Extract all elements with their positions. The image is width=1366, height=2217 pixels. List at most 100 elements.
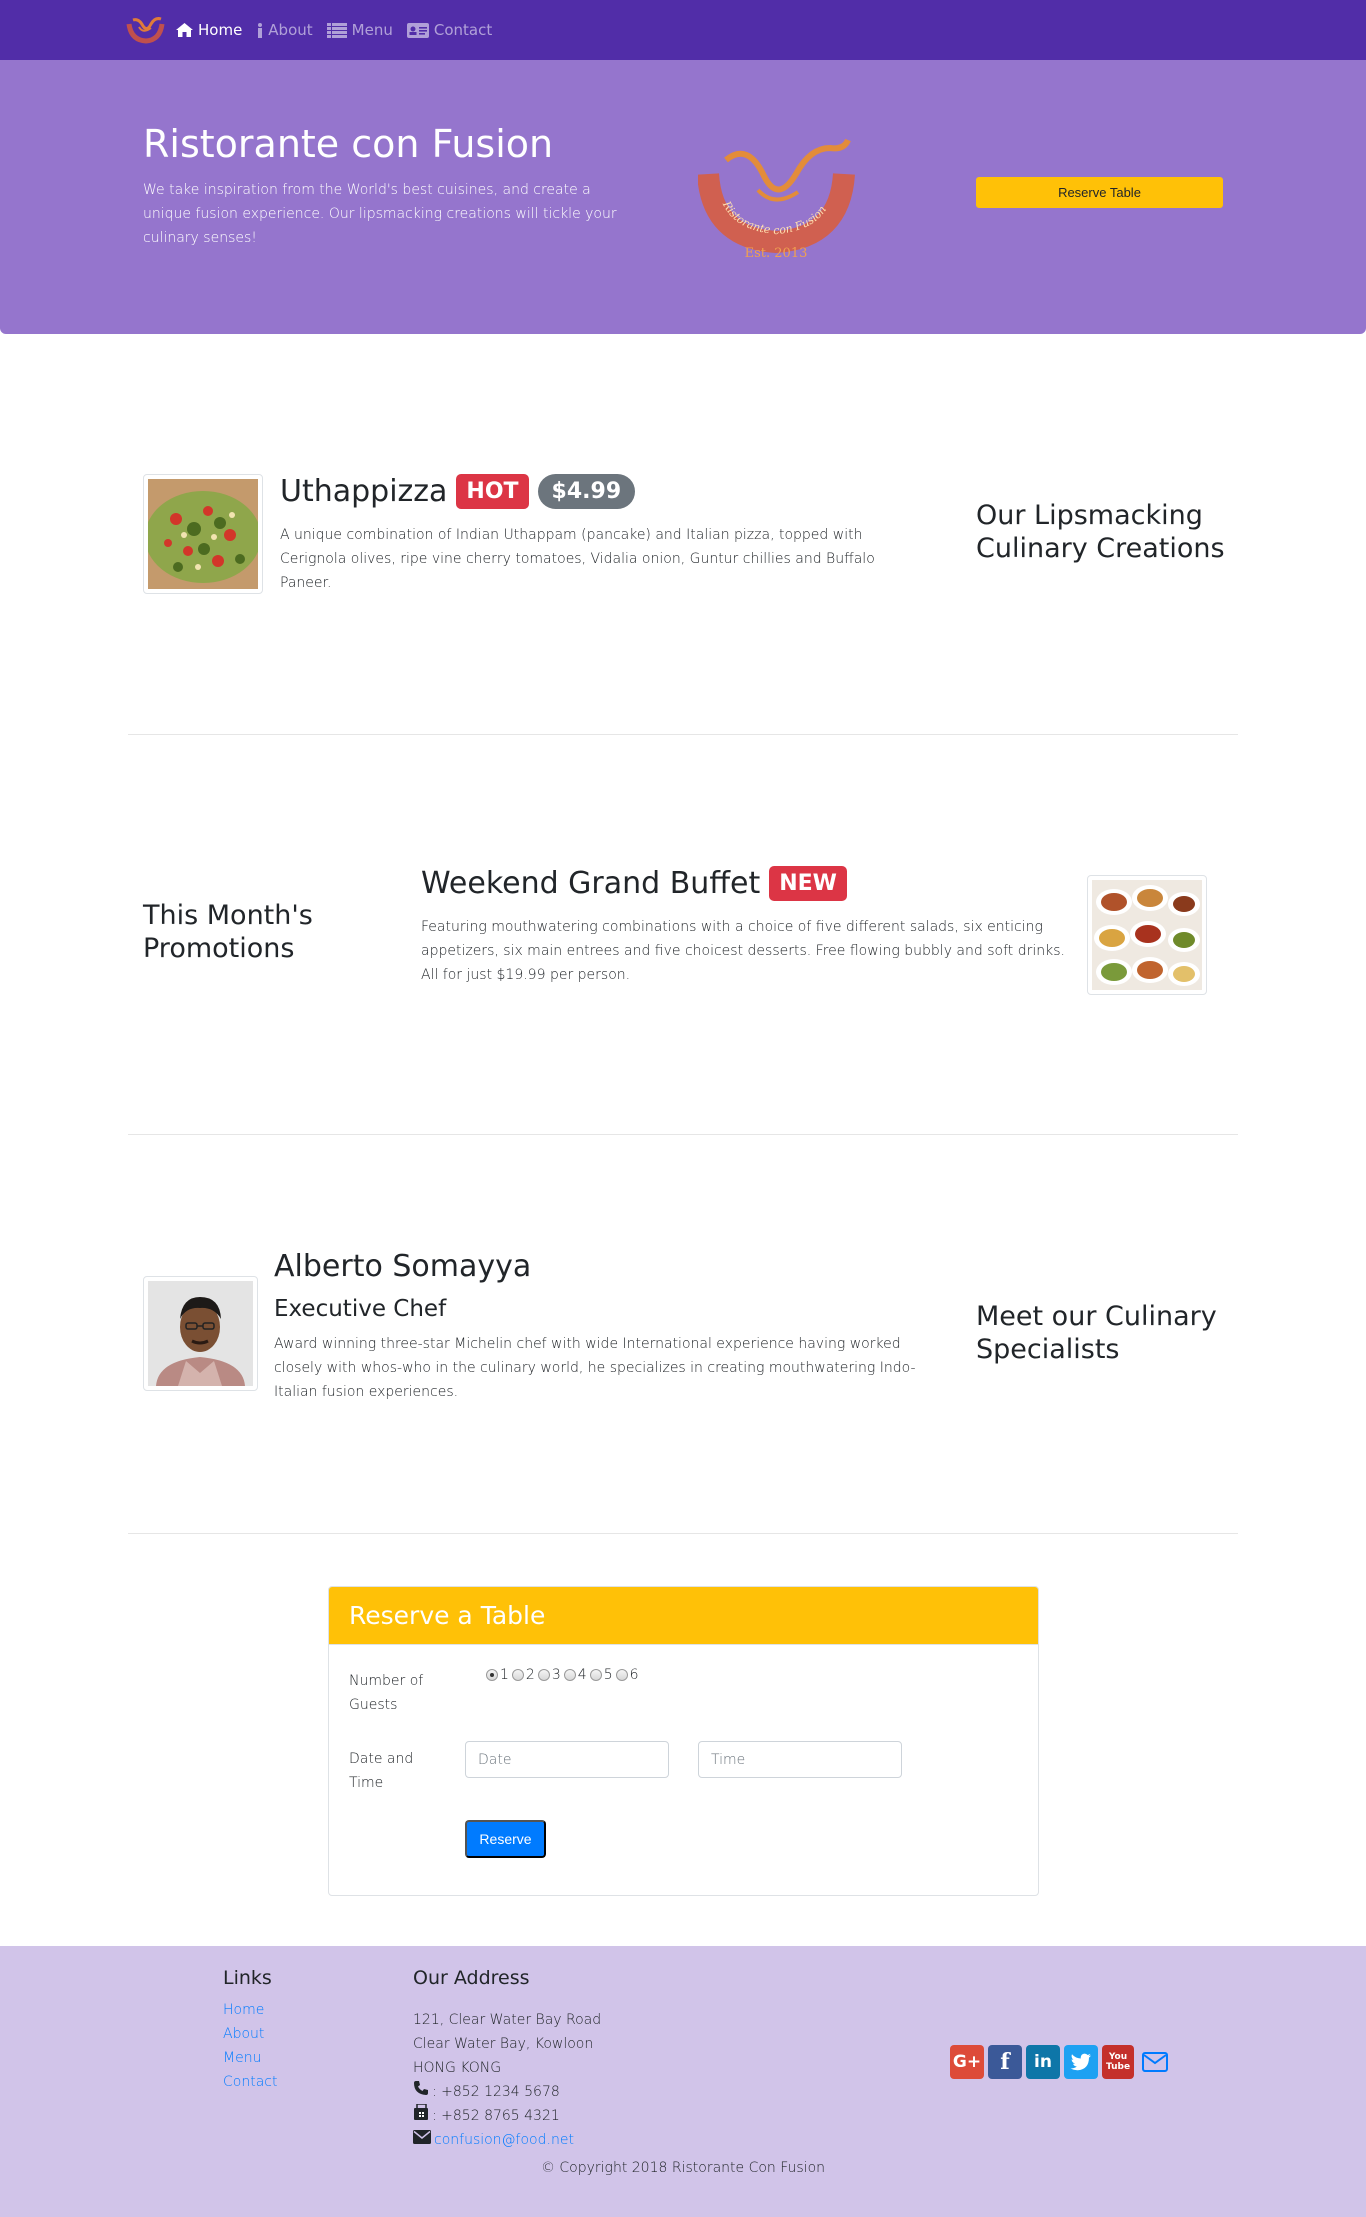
- guest-option-6[interactable]: 6: [615, 1667, 639, 1683]
- guest-option-5[interactable]: 5: [589, 1667, 613, 1683]
- address-card-icon: [406, 22, 429, 38]
- nav-item-contact[interactable]: Contact: [406, 21, 493, 39]
- reserve-card-header: Reserve a Table: [329, 1587, 1038, 1645]
- radio-label: 5: [603, 1667, 613, 1683]
- promotion-section-heading: This Month's Promotions: [143, 900, 313, 964]
- copyright-text: © Copyright 2018 Ristorante Con Fusion: [540, 2160, 826, 2176]
- fax-line: : +852 8765 4321: [413, 2103, 601, 2128]
- envelope-icon[interactable]: [1138, 2045, 1172, 2079]
- radio-button[interactable]: [537, 1669, 550, 1681]
- guest-option-3[interactable]: 3: [537, 1667, 561, 1683]
- leader-description: Award winning three-star Michelin chef w…: [274, 1336, 916, 1400]
- footer: [0, 1946, 1366, 2217]
- reserve-submit-button[interactable]: Reserve: [465, 1820, 546, 1858]
- guests-radio-group: 1 2 3 4 5 6: [486, 1667, 639, 1683]
- nav-item-label: Menu: [351, 21, 393, 39]
- guest-option-2[interactable]: 2: [511, 1667, 535, 1683]
- footer-address-heading: Our Address: [413, 1967, 530, 1989]
- fax-number: : +852 8765 4321: [432, 2108, 560, 2124]
- envelope-icon: [413, 2128, 431, 2152]
- nav-item-about[interactable]: About: [256, 21, 313, 39]
- dish-name: Uthappizza: [280, 474, 448, 509]
- radio-button[interactable]: [615, 1669, 628, 1681]
- section-divider: [128, 1533, 1238, 1534]
- time-input[interactable]: Time: [698, 1741, 902, 1778]
- radio-button[interactable]: [511, 1669, 524, 1681]
- restaurant-logo-icon[interactable]: [125, 14, 167, 46]
- section-divider: [128, 734, 1238, 735]
- home-icon: [176, 23, 193, 37]
- footer-link-item: Contact: [223, 2070, 277, 2094]
- svg-text:Ristorante con Fusion: Ristorante con Fusion: [720, 198, 829, 237]
- logo-text: Ristorante con Fusion: [720, 198, 829, 237]
- dish-section-heading: Our Lipsmacking Culinary Creations: [976, 500, 1225, 564]
- restaurant-logo-image: Ristorante con Fusion Est. 2013: [697, 134, 864, 260]
- guest-option-1[interactable]: 1: [486, 1667, 509, 1683]
- facebook-icon[interactable]: f: [988, 2045, 1022, 2079]
- promotion-name: Weekend Grand Buffet: [421, 866, 761, 901]
- radio-label: 4: [577, 1667, 587, 1683]
- social-buttons: G+ f in You Tube: [950, 2045, 1172, 2079]
- radio-button[interactable]: [486, 1669, 498, 1681]
- address-line: 121, Clear Water Bay Road: [413, 2012, 602, 2028]
- hot-badge: HOT: [456, 474, 529, 509]
- guest-option-4[interactable]: 4: [563, 1667, 587, 1683]
- reserve-table-card: Reserve a Table Number of Guests 1 2 3 4…: [328, 1586, 1039, 1896]
- linkedin-icon[interactable]: in: [1026, 2045, 1060, 2079]
- email-line: confusion@food.net: [413, 2128, 601, 2152]
- footer-link-item: Menu: [223, 2046, 277, 2070]
- dish-heading: Uthappizza HOT $4.99: [280, 474, 636, 509]
- nav-items: Home About Menu Contact: [176, 0, 492, 60]
- nav-item-menu[interactable]: Menu: [326, 21, 393, 39]
- info-icon: [256, 22, 263, 38]
- google-plus-icon[interactable]: G+: [950, 2045, 984, 2079]
- leader-designation: Executive Chef: [274, 1296, 447, 1322]
- jumbotron-title: Ristorante con Fusion: [143, 122, 554, 166]
- logo-est: Est. 2013: [745, 246, 808, 260]
- dish-image: [143, 474, 263, 594]
- guests-label: Number of Guests: [349, 1673, 424, 1713]
- email-link[interactable]: confusion@food.net: [434, 2128, 574, 2152]
- nav-item-home[interactable]: Home: [176, 21, 242, 39]
- footer-link-item: Home: [223, 1998, 277, 2022]
- radio-label: 1: [500, 1667, 509, 1683]
- address-line: HONG KONG: [413, 2060, 502, 2076]
- promotion-heading: Weekend Grand Buffet NEW: [421, 866, 847, 901]
- footer-link-about[interactable]: About: [223, 2026, 264, 2042]
- phone-number: : +852 1234 5678: [432, 2084, 560, 2100]
- price-badge: $4.99: [537, 474, 636, 509]
- phone-line: : +852 1234 5678: [413, 2080, 601, 2104]
- radio-label: 3: [551, 1667, 561, 1683]
- navbar: Home About Menu Contact: [0, 0, 1366, 60]
- jumbotron: Ristorante con Fusion We take inspiratio…: [0, 60, 1366, 334]
- promotion-description: Featuring mouthwatering combinations wit…: [421, 919, 1065, 983]
- nav-item-label: Contact: [433, 21, 493, 39]
- footer-link-contact[interactable]: Contact: [223, 2074, 277, 2090]
- footer-link-item: About: [223, 2022, 277, 2046]
- new-badge: NEW: [769, 866, 847, 901]
- youtube-icon[interactable]: You Tube: [1102, 2045, 1134, 2079]
- radio-button[interactable]: [589, 1669, 602, 1681]
- leader-name: Alberto Somayya: [274, 1249, 532, 1284]
- radio-label: 2: [525, 1667, 535, 1683]
- nav-item-label: About: [268, 21, 313, 39]
- leader-section-heading: Meet our Culinary Specialists: [976, 1301, 1217, 1365]
- datetime-label: Date and Time: [349, 1751, 414, 1791]
- footer-address: 121, Clear Water Bay Road Clear Water Ba…: [413, 2008, 601, 2152]
- date-input[interactable]: Date: [465, 1741, 669, 1778]
- footer-links: Home About Menu Contact: [223, 1998, 277, 2094]
- radio-label: 6: [629, 1667, 639, 1683]
- phone-icon: [413, 2080, 429, 2104]
- reserve-table-button[interactable]: Reserve Table: [976, 177, 1223, 208]
- jumbotron-text: We take inspiration from the World's bes…: [143, 182, 617, 246]
- footer-links-heading: Links: [223, 1967, 272, 1989]
- buffet-image: [1087, 875, 1207, 995]
- leader-photo: [143, 1276, 258, 1391]
- radio-button[interactable]: [563, 1669, 576, 1681]
- footer-link-menu[interactable]: Menu: [223, 2050, 261, 2066]
- list-icon: [326, 22, 347, 38]
- footer-link-home[interactable]: Home: [223, 2002, 264, 2018]
- section-divider: [128, 1134, 1238, 1135]
- address-line: Clear Water Bay, Kowloon: [413, 2036, 594, 2052]
- twitter-icon[interactable]: [1064, 2045, 1098, 2079]
